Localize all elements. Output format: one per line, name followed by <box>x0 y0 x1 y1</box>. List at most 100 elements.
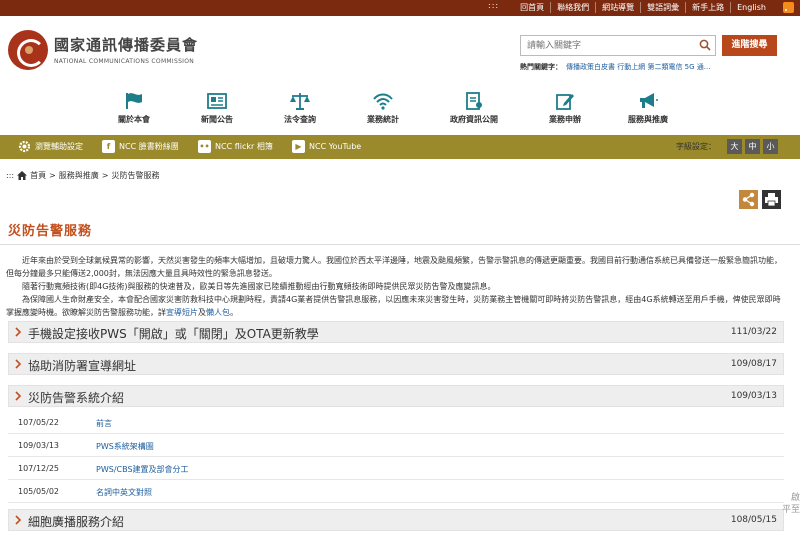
top-link-home[interactable]: 回首頁 <box>514 2 550 13</box>
breadcrumb: ::: 首頁 > 服務與推廣 > 災防告警服務 <box>6 170 160 181</box>
flickr-icon: •• <box>198 140 211 153</box>
browse-settings-label: 瀏覽輔助設定 <box>35 142 83 151</box>
accordion-title: 災防告警系統介紹 <box>28 391 125 405</box>
accesskey-center[interactable]: ::: <box>6 171 14 180</box>
accesskey-top[interactable]: ::: <box>488 1 499 10</box>
font-size-medium-button[interactable]: 中 <box>745 139 760 154</box>
nav-open-info[interactable]: 政府資訊公開 <box>425 89 523 133</box>
org-name-en: NATIONAL COMMUNICATIONS COMMISSION <box>54 58 195 65</box>
main-nav: 關於本會 新聞公告 法令查詢 業務統計 政府資訊公開 業務申辦 服務與推廣 <box>93 89 713 133</box>
home-icon <box>17 171 28 180</box>
page-title: 災防告警服務 <box>8 224 93 239</box>
nav-apply[interactable]: 業務申辦 <box>524 89 606 133</box>
ncc-logo[interactable] <box>8 30 48 70</box>
nav-about[interactable]: 關於本會 <box>93 89 175 133</box>
top-link-glossary[interactable]: 雙語詞彙 <box>640 2 685 13</box>
rss-icon[interactable] <box>783 2 794 13</box>
nav-service[interactable]: 服務與推廣 <box>607 89 689 133</box>
megaphone-icon <box>640 93 658 108</box>
browse-settings[interactable]: 瀏覽輔助設定 <box>18 140 83 153</box>
youtube-label: NCC YouTube <box>309 142 362 151</box>
hot-keywords-list[interactable]: 傳播政策白皮書 行動上網 第二類電信 5G 通... <box>566 63 710 71</box>
list-item[interactable]: 105/05/02 名詞中英文對照 <box>8 481 784 503</box>
intro-text: 近年來由於受到全球氣候異常的影響，天然災害發生的頻率大幅增加，且破壞力驚人。我國… <box>6 254 788 319</box>
scales-icon <box>290 93 310 110</box>
nav-label: 關於本會 <box>118 115 150 124</box>
top-link-newbie[interactable]: 新手上路 <box>685 2 730 13</box>
list-item-link[interactable]: PWS系統架構圖 <box>96 441 154 452</box>
search-icon[interactable] <box>699 39 711 51</box>
search-input[interactable] <box>521 36 691 55</box>
accordion-cell-broadcast[interactable]: 細胞廣播服務介紹 108/05/15 <box>8 509 784 531</box>
breadcrumb-separator: > <box>49 171 56 180</box>
font-size-large-button[interactable]: 大 <box>727 139 742 154</box>
top-link-sitemap[interactable]: 網站導覽 <box>595 2 640 13</box>
side-widget-line: 啟 <box>790 493 800 503</box>
accordion-date: 111/03/22 <box>730 327 777 337</box>
nav-label: 業務申辦 <box>549 115 581 124</box>
accordion-fire-dept[interactable]: 協助消防署宣導網址 109/08/17 <box>8 353 784 375</box>
nav-law[interactable]: 法令查詢 <box>259 89 341 133</box>
intro-p3-text: 為保障國人生命財產安全，本會配合國家災害防救科技中心規劃時程，責請4G業者提供告… <box>6 295 781 317</box>
list-item[interactable]: 109/03/13 PWS系統架構圖 <box>8 435 784 457</box>
nav-news[interactable]: 新聞公告 <box>176 89 258 133</box>
list-item-link[interactable]: PWS/CBS建置及部會分工 <box>96 464 189 475</box>
list-item-date: 105/05/02 <box>18 487 60 496</box>
nav-label: 業務統計 <box>367 115 399 124</box>
top-link-english[interactable]: English <box>730 2 772 13</box>
accordion-title: 協助消防署宣導網址 <box>28 359 137 373</box>
accordion-date: 108/05/15 <box>730 515 777 525</box>
intro-p3-end: 。 <box>230 308 238 317</box>
accordion-pws-settings[interactable]: 手機設定接收PWS「開啟」或「關閉」及OTA更新教學 111/03/22 <box>8 321 784 343</box>
facebook-link[interactable]: f NCC 臉書粉絲團 <box>102 140 179 153</box>
share-button[interactable] <box>739 190 758 209</box>
font-size-small-button[interactable]: 小 <box>763 139 778 154</box>
hot-keywords-label: 熱門關鍵字： <box>520 63 562 71</box>
list-item-date: 109/03/13 <box>18 441 60 450</box>
flickr-label: NCC flickr 相簿 <box>215 142 273 151</box>
side-widget-line: 平至 <box>781 505 800 515</box>
wifi-icon <box>373 93 393 110</box>
divider <box>0 244 800 245</box>
intro-paragraph-1: 近年來由於受到全球氣候異常的影響，天然災害發生的頻率大幅增加，且破壞力驚人。我國… <box>6 256 782 278</box>
list-item-date: 107/12/25 <box>18 464 60 473</box>
list-item-link[interactable]: 名詞中英文對照 <box>96 487 152 498</box>
top-link-contact[interactable]: 聯絡我們 <box>550 2 595 13</box>
list-item[interactable]: 107/05/22 前言 <box>8 412 784 434</box>
breadcrumb-current[interactable]: 災防告警服務 <box>112 170 160 181</box>
facebook-label: NCC 臉書粉絲團 <box>119 142 179 151</box>
newspaper-icon <box>207 93 227 109</box>
intro-paragraph-3: 為保障國人生命財產安全，本會配合國家災害防救科技中心規劃時程，責請4G業者提供告… <box>6 293 788 319</box>
facebook-icon: f <box>102 140 115 153</box>
list-item-link[interactable]: 前言 <box>96 418 112 429</box>
top-bar: ::: 回首頁 聯絡我們 網站導覽 雙語詞彙 新手上路 English <box>0 0 800 16</box>
flickr-link[interactable]: •• NCC flickr 相簿 <box>198 140 273 153</box>
accordion-title: 細胞廣播服務介紹 <box>28 515 125 529</box>
flag-icon <box>126 93 142 109</box>
breadcrumb-home[interactable]: 首頁 <box>30 170 46 181</box>
hot-keywords: 熱門關鍵字： 傳播政策白皮書 行動上網 第二類電信 5G 通... <box>520 62 710 72</box>
intro-paragraph-2: 隨著行動寬頻技術(即4G技術)與服務的快速普及，歐美日等先進國家已陸續推動經由行… <box>6 282 496 291</box>
nav-label: 新聞公告 <box>201 115 233 124</box>
accordion-date: 109/08/17 <box>730 359 777 369</box>
top-links: 回首頁 聯絡我們 網站導覽 雙語詞彙 新手上路 English <box>514 2 772 13</box>
chevron-down-icon <box>15 391 22 401</box>
list-item[interactable]: 107/12/25 PWS/CBS建置及部會分工 <box>8 458 784 480</box>
print-button[interactable] <box>762 190 781 209</box>
youtube-link[interactable]: ▶ NCC YouTube <box>292 140 361 153</box>
infographic-link[interactable]: 懶人包 <box>206 308 230 317</box>
advanced-search-button[interactable]: 進階搜尋 <box>722 35 777 56</box>
promo-video-link[interactable]: 宣導短片 <box>166 308 198 317</box>
org-name[interactable]: 國家通訊傳播委員會 <box>54 34 198 55</box>
document-icon <box>466 92 482 110</box>
nav-stats[interactable]: 業務統計 <box>342 89 424 133</box>
chevron-right-icon <box>15 515 22 525</box>
nav-label: 政府資訊公開 <box>450 115 498 124</box>
list-item-date: 107/05/22 <box>18 418 60 427</box>
edit-icon <box>556 94 574 110</box>
quick-links-bar: 瀏覽輔助設定 f NCC 臉書粉絲團 •• NCC flickr 相簿 ▶ NC… <box>0 135 800 159</box>
accordion-system-intro[interactable]: 災防告警系統介紹 109/03/13 <box>8 385 784 407</box>
breadcrumb-service[interactable]: 服務與推廣 <box>59 170 99 181</box>
accordion-date: 109/03/13 <box>730 391 777 401</box>
gear-icon <box>18 140 31 153</box>
